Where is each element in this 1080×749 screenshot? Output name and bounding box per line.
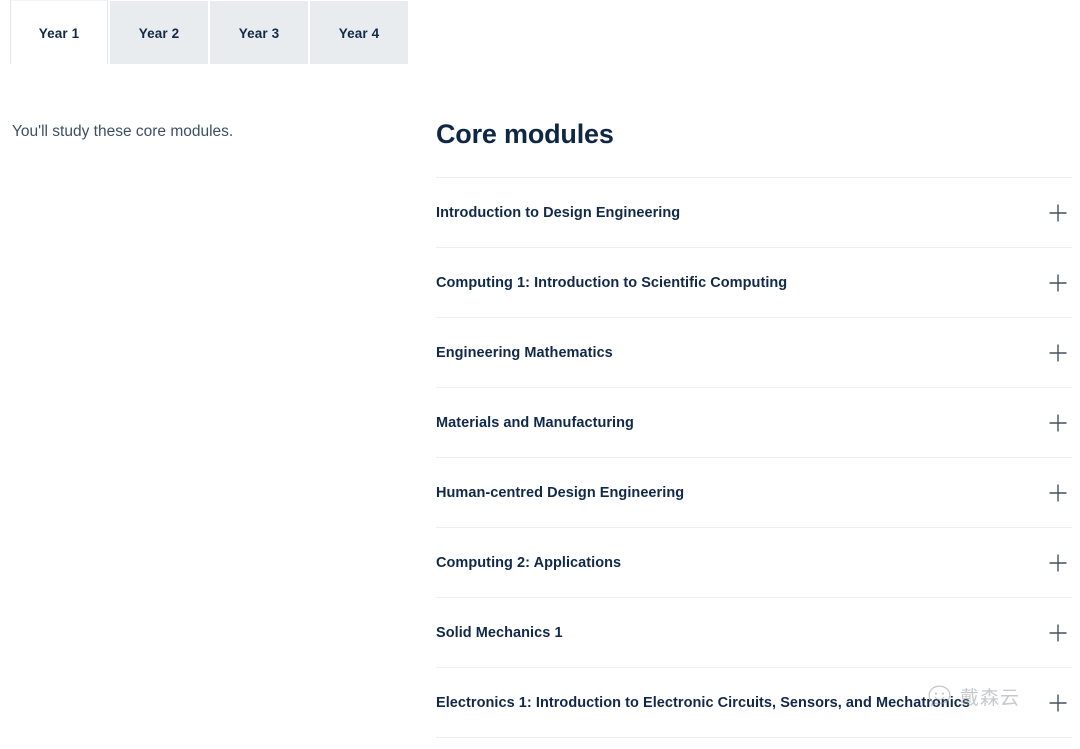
plus-icon[interactable]	[1046, 621, 1070, 645]
module-label: Solid Mechanics 1	[436, 625, 569, 641]
plus-icon[interactable]	[1046, 551, 1070, 575]
module-row-3[interactable]: Engineering Mathematics	[436, 318, 1072, 388]
module-label: Computing 1: Introduction to Scientific …	[436, 275, 793, 291]
tab-year-4[interactable]: Year 4	[310, 1, 408, 65]
year-tab-bar: Year 1 Year 2 Year 3 Year 4	[0, 0, 1080, 66]
tab-year-1-label: Year 1	[39, 26, 79, 41]
page-title: Core modules	[436, 118, 1072, 150]
module-row-8[interactable]: Electronics 1: Introduction to Electroni…	[436, 668, 1072, 738]
course-modules-page: Year 1 Year 2 Year 3 Year 4 You'll study…	[0, 0, 1080, 749]
module-label: Introduction to Design Engineering	[436, 205, 686, 221]
module-row-5[interactable]: Human-centred Design Engineering	[436, 458, 1072, 528]
module-label: Engineering Mathematics	[436, 345, 619, 361]
module-row-2[interactable]: Computing 1: Introduction to Scientific …	[436, 248, 1072, 318]
plus-icon[interactable]	[1046, 481, 1070, 505]
module-label: Human-centred Design Engineering	[436, 485, 690, 501]
module-row-6[interactable]: Computing 2: Applications	[436, 528, 1072, 598]
module-row-4[interactable]: Materials and Manufacturing	[436, 388, 1072, 458]
core-modules-accordion: Introduction to Design Engineering Compu…	[436, 177, 1072, 738]
intro-paragraph: You'll study these core modules.	[12, 120, 412, 144]
plus-icon[interactable]	[1046, 691, 1070, 715]
tab-year-2-label: Year 2	[139, 26, 179, 41]
tab-year-3[interactable]: Year 3	[210, 1, 308, 65]
tabbar-baseline	[0, 64, 1080, 66]
tab-year-1[interactable]: Year 1	[10, 0, 108, 65]
modules-column: Core modules Introduction to Design Engi…	[436, 118, 1072, 738]
intro-column: You'll study these core modules.	[12, 120, 412, 144]
tabbar-right-filler	[408, 1, 1080, 65]
module-row-1[interactable]: Introduction to Design Engineering	[436, 178, 1072, 248]
module-label: Materials and Manufacturing	[436, 415, 640, 431]
tab-year-3-label: Year 3	[239, 26, 279, 41]
tab-year-2[interactable]: Year 2	[110, 1, 208, 65]
module-label: Computing 2: Applications	[436, 555, 627, 571]
module-row-7[interactable]: Solid Mechanics 1	[436, 598, 1072, 668]
module-label: Electronics 1: Introduction to Electroni…	[436, 695, 976, 711]
plus-icon[interactable]	[1046, 201, 1070, 225]
plus-icon[interactable]	[1046, 271, 1070, 295]
tabbar-left-edge	[0, 1, 10, 65]
tab-year-4-label: Year 4	[339, 26, 379, 41]
plus-icon[interactable]	[1046, 341, 1070, 365]
plus-icon[interactable]	[1046, 411, 1070, 435]
